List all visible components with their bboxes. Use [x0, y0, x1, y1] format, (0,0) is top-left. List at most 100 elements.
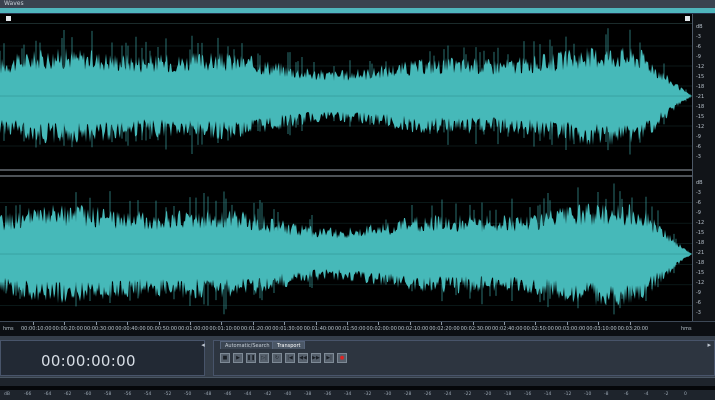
waveform-editor[interactable]: dB -3 -6 -9 -12 -15 -18 -21 -18 -15 -12 -9 -6 -3 dB -3 -…	[0, 14, 715, 336]
db-scale-label: -18	[696, 240, 705, 246]
level-meter-label: -30	[384, 392, 392, 397]
time-ruler-label: 00:01:00:00	[178, 326, 209, 332]
level-meter-label: -24	[444, 392, 452, 397]
time-display-panel: 00:00:00:00 ◂	[0, 340, 205, 376]
record-icon: ●	[339, 355, 345, 361]
play-to-end-icon: ▷|	[261, 355, 267, 361]
level-meter: dB -66 -64 -62 -60 -58 -56 -54 -52 -50 -48 -46 -44 -4…	[0, 377, 715, 400]
go-to-end-button[interactable]: ▶|	[324, 353, 334, 363]
db-scale-label: -12	[696, 124, 705, 130]
time-ruler-tick	[64, 322, 66, 325]
time-ruler-tick	[378, 322, 380, 325]
db-scale-label: -15	[696, 114, 705, 120]
rewind-icon: ◀◀	[299, 355, 307, 361]
level-meter-label: -40	[284, 392, 292, 397]
db-scale-label: -6	[696, 44, 701, 50]
db-scale-label: -21	[696, 94, 705, 100]
level-meter-label: -6	[624, 392, 629, 397]
level-meter-label: -4	[644, 392, 649, 397]
pause-icon: ❚❚	[246, 355, 256, 361]
level-meter-label: -32	[364, 392, 372, 397]
pause-button[interactable]: ❚❚	[246, 353, 256, 363]
time-ruler-start-label: hms	[3, 326, 14, 332]
loop-button[interactable]: ↻	[272, 353, 282, 363]
level-meter-label: dB	[4, 392, 10, 397]
time-ruler-label: 00:01:10:00	[209, 326, 240, 332]
time-ruler-label: 00:02:40:00	[492, 326, 523, 332]
tab-automatic-search[interactable]: Automatic/Search	[220, 341, 275, 349]
level-meter-label: -14	[544, 392, 552, 397]
level-meter-label: -12	[564, 392, 572, 397]
db-scale-label: -18	[696, 84, 705, 90]
db-scale-label: -6	[696, 144, 701, 150]
time-ruler-tick	[95, 322, 97, 325]
level-meter-label: -52	[164, 392, 172, 397]
level-meter-label: -50	[184, 392, 192, 397]
level-meter-label: -44	[244, 392, 252, 397]
db-scale-label: -6	[696, 300, 701, 306]
time-ruler-tick	[566, 322, 568, 325]
time-ruler-tick	[504, 322, 505, 325]
time-ruler-tick	[409, 322, 411, 325]
db-scale-label: -15	[696, 74, 705, 80]
fast-forward-icon: ▶▶	[312, 355, 320, 361]
waveform-display[interactable]	[0, 24, 692, 335]
db-scale-label: -18	[696, 104, 705, 110]
time-ruler-label: 00:03:00:00	[554, 326, 586, 332]
panel-menu-icon[interactable]: ◂	[199, 341, 207, 349]
loop-icon: ↻	[274, 355, 280, 361]
tab-transport[interactable]: Transport	[272, 341, 306, 349]
time-ruler[interactable]: hms hms 00:00:10:00 00:00:20:00 00:00:30:0…	[0, 321, 715, 336]
time-ruler-end-label: hms	[681, 326, 692, 332]
go-to-start-button[interactable]: |◀	[285, 353, 295, 363]
db-scale: dB -3 -6 -9 -12 -15 -18 -21 -18 -15 -12 -9 -6 -3 dB -3 -…	[692, 14, 715, 336]
stop-icon: ■	[222, 355, 228, 361]
level-meter-label: -54	[144, 392, 152, 397]
stop-button[interactable]: ■	[220, 353, 230, 363]
top-bar: Waves	[0, 0, 715, 8]
channel-left-waveform	[0, 28, 692, 155]
selection-end-marker[interactable]	[685, 16, 690, 21]
rewind-button[interactable]: ◀◀	[298, 353, 308, 363]
level-meter-label: -48	[204, 392, 212, 397]
level-meter-label: -60	[84, 392, 92, 397]
selection-start-marker[interactable]	[6, 16, 11, 21]
play-to-end-button[interactable]: ▷|	[259, 353, 269, 363]
fast-forward-button[interactable]: ▶▶	[311, 353, 321, 363]
time-ruler-label: 00:01:30:00	[272, 326, 303, 332]
db-scale-label: -12	[696, 220, 705, 226]
time-ruler-tick	[127, 322, 129, 325]
level-meter-label: -66	[24, 392, 32, 397]
level-meter-label: -8	[604, 392, 609, 397]
window-tab-label[interactable]: Waves	[4, 0, 24, 7]
db-scale-label: -6	[696, 200, 701, 206]
record-button[interactable]: ●	[337, 353, 347, 363]
level-meter-label: -46	[224, 392, 232, 397]
time-ruler-label: 00:01:50:00	[335, 326, 366, 332]
level-meter-label: -10	[584, 392, 592, 397]
level-meter-label: -58	[104, 392, 112, 397]
panel-menu-icon[interactable]: ▸	[707, 341, 711, 349]
play-button[interactable]: ▶	[233, 353, 243, 363]
time-display: 00:00:00:00	[41, 352, 136, 370]
time-ruler-label: 00:00:40:00	[115, 326, 146, 332]
time-ruler-tick	[158, 322, 160, 325]
play-icon: ▶	[236, 355, 240, 361]
waveform-envelope	[0, 47, 692, 146]
time-ruler-tick	[315, 322, 317, 325]
transport-panel: Automatic/Search Transport ▸ ■ ▶ ❚❚ ▷| ↻ |◀ ◀◀…	[213, 340, 715, 376]
time-ruler-tick	[441, 322, 443, 325]
time-ruler-tick	[252, 322, 254, 325]
level-meter-label: -62	[64, 392, 72, 397]
time-ruler-label: 00:02:30:00	[460, 326, 492, 332]
time-ruler-label: 00:00:50:00	[146, 326, 178, 332]
db-scale-label: -9	[696, 134, 701, 140]
time-ruler-tick	[598, 322, 600, 325]
time-ruler-tick	[190, 322, 191, 325]
level-meter-label: -2	[664, 392, 669, 397]
time-ruler-label: 00:00:10:00	[21, 326, 52, 332]
db-scale-label: -9	[696, 290, 701, 296]
time-ruler-tick	[221, 322, 223, 325]
level-meter-label: -36	[324, 392, 332, 397]
db-scale-label: -3	[696, 190, 701, 196]
